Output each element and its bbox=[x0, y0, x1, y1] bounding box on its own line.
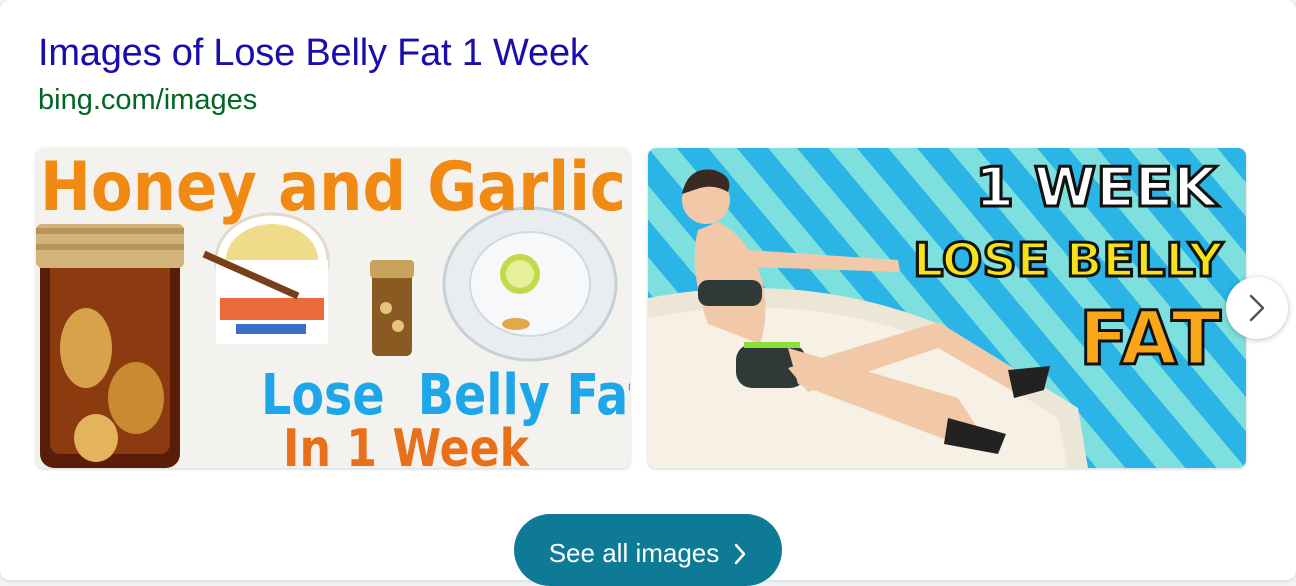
thumbnail-1-image: Honey and Garlic Lose Belly Fat In 1 Wee… bbox=[36, 148, 630, 468]
images-result-card: Images of Lose Belly Fat 1 Week bing.com… bbox=[0, 0, 1296, 586]
thumbnail-2-line-3: FAT bbox=[1079, 296, 1222, 382]
carousel-next-button[interactable] bbox=[1226, 277, 1288, 339]
chevron-right-icon bbox=[1249, 294, 1265, 322]
chevron-right-icon bbox=[735, 543, 746, 565]
result-title-link[interactable]: Images of Lose Belly Fat 1 Week bbox=[38, 30, 589, 76]
see-all-images-label: See all images bbox=[548, 538, 720, 568]
thumbnail-2-line-1: 1 WEEK bbox=[975, 156, 1219, 219]
thumbnail-2-image: 1 WEEK LOSE BELLY FAT bbox=[648, 148, 1246, 468]
thumbnail-1-line-3: In 1 Week bbox=[283, 419, 530, 468]
result-source-url: bing.com/images bbox=[38, 84, 258, 116]
thumbnail-1-line-1: Honey and Garlic bbox=[40, 148, 626, 227]
thumbnail-2-line-2: LOSE BELLY bbox=[913, 233, 1224, 287]
see-all-images-button[interactable]: See all images bbox=[514, 514, 782, 586]
image-thumbnail-1[interactable]: Honey and Garlic Lose Belly Fat In 1 Wee… bbox=[36, 148, 630, 468]
image-thumbnail-2[interactable]: 1 WEEK LOSE BELLY FAT bbox=[648, 148, 1246, 468]
